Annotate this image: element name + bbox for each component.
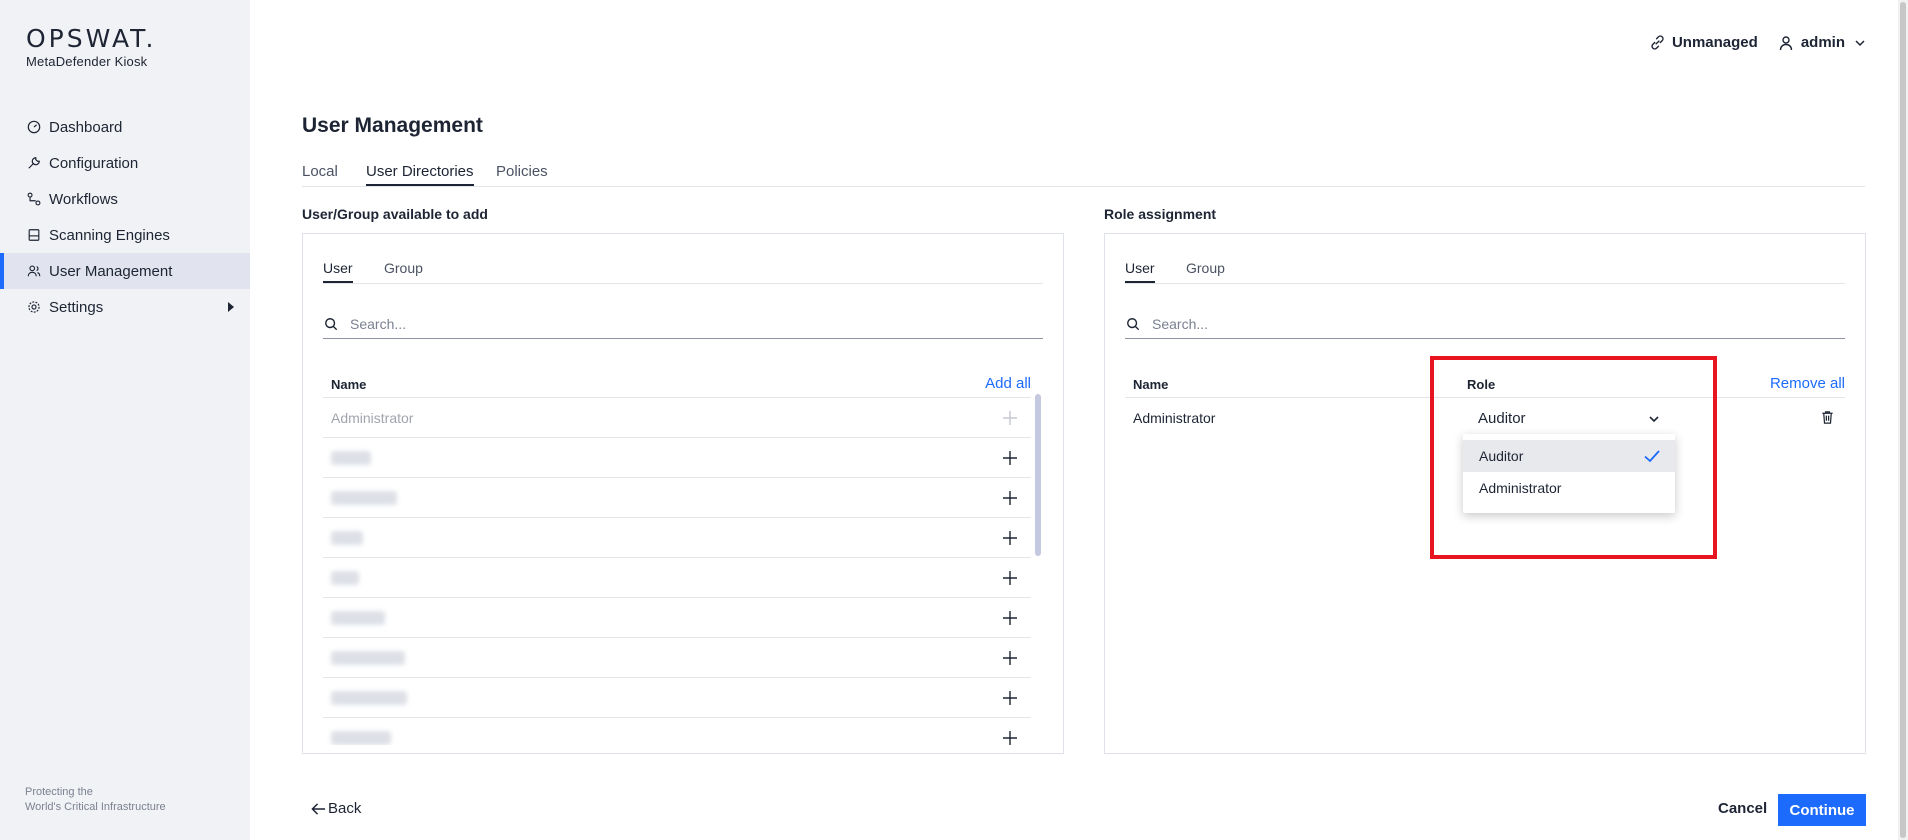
available-list: Administrator (323, 398, 1031, 745)
column-name: Name (1133, 377, 1169, 392)
arrow-left-icon (311, 802, 326, 815)
table-row (323, 558, 1031, 598)
logo-wordmark: OPSWAT. (26, 24, 157, 53)
redacted-name (331, 651, 405, 665)
user-icon (1779, 35, 1793, 50)
link-icon (1651, 35, 1664, 50)
sidebar-item-user-management[interactable]: User Management (0, 253, 250, 289)
remove-all-button[interactable]: Remove all (1770, 375, 1845, 392)
sidebar-nav: Dashboard Configuration Workflows Scanni… (0, 109, 250, 325)
redacted-name (331, 731, 391, 745)
table-row (323, 598, 1031, 638)
sidebar-item-label: Workflows (49, 190, 118, 208)
users-icon (26, 263, 42, 279)
table-row (323, 678, 1031, 718)
redacted-name (331, 531, 363, 545)
sidebar-item-configuration[interactable]: Configuration (0, 145, 250, 181)
list-scrollbar[interactable] (1035, 362, 1041, 752)
assignment-subtabs: User Group (1125, 260, 1845, 284)
sidebar-item-label: Dashboard (49, 118, 123, 136)
plus-icon[interactable] (1000, 488, 1020, 508)
plus-icon[interactable] (1000, 648, 1020, 668)
username: admin (1800, 34, 1845, 51)
table-row (323, 518, 1031, 558)
sidebar-item-scanning-engines[interactable]: Scanning Engines (0, 217, 250, 253)
continue-button[interactable]: Continue (1778, 794, 1866, 826)
product-name: MetaDefender Kiosk (26, 54, 148, 69)
subtab-user[interactable]: User (1125, 260, 1155, 283)
search-input[interactable] (350, 316, 998, 332)
sidebar-item-dashboard[interactable]: Dashboard (0, 109, 250, 145)
search-icon (325, 318, 338, 331)
redacted-name (331, 451, 371, 465)
column-name: Name (331, 377, 367, 392)
row-name: Administrator (1133, 410, 1216, 426)
search-input[interactable] (1152, 316, 1800, 332)
tab-local[interactable]: Local (302, 163, 338, 184)
workflow-icon (26, 191, 42, 207)
back-button[interactable]: Back (311, 800, 361, 817)
redacted-name (331, 491, 397, 505)
sidebar-item-workflows[interactable]: Workflows (0, 181, 250, 217)
plus-icon[interactable] (1000, 568, 1020, 588)
redacted-name (331, 611, 385, 625)
subtab-group[interactable]: Group (384, 260, 423, 281)
subtab-group[interactable]: Group (1186, 260, 1225, 281)
page-scrollbar[interactable] (1898, 0, 1908, 840)
redacted-name (331, 691, 407, 705)
available-panel: User Group Name Add all Administrator (302, 233, 1064, 754)
management-status[interactable]: Unmanaged (1650, 34, 1758, 51)
role-assignment-label: Role assignment (1104, 206, 1217, 222)
wrench-icon (26, 155, 42, 171)
trash-icon[interactable] (1820, 409, 1835, 425)
row-name: Administrator (331, 410, 414, 426)
table-row (323, 638, 1031, 678)
status-label: Unmanaged (1671, 34, 1758, 51)
caret-right-icon (228, 302, 234, 312)
gauge-icon (26, 119, 42, 135)
sidebar-item-label: Settings (49, 298, 104, 316)
redacted-name (331, 571, 359, 585)
chevron-down-icon (1855, 39, 1865, 46)
gear-icon (26, 299, 42, 315)
plus-icon[interactable] (1000, 608, 1020, 628)
sidebar-item-label: Scanning Engines (49, 226, 170, 244)
plus-icon[interactable] (1000, 528, 1020, 548)
available-section-label: User/Group available to add (302, 206, 488, 222)
top-tabs: Local User Directories Policies (302, 163, 1865, 187)
logo: OPSWAT. MetaDefender Kiosk (26, 24, 156, 69)
highlight-box (1430, 356, 1717, 559)
sidebar: OPSWAT. MetaDefender Kiosk Dashboard Con… (0, 0, 250, 840)
cancel-button[interactable]: Cancel (1718, 800, 1767, 817)
table-row (323, 718, 1031, 745)
plus-icon[interactable] (1000, 728, 1020, 745)
tab-policies[interactable]: Policies (496, 163, 548, 184)
page-title: User Management (302, 114, 483, 137)
user-menu[interactable]: admin (1778, 34, 1866, 51)
add-all-button[interactable]: Add all (985, 375, 1031, 392)
sidebar-item-settings[interactable]: Settings (0, 289, 250, 325)
header-right: Unmanaged admin (1650, 34, 1866, 51)
available-subtabs: User Group (323, 260, 1043, 284)
engine-icon (26, 227, 42, 243)
plus-icon[interactable] (1000, 448, 1020, 468)
assignment-search (1125, 310, 1845, 339)
table-row (323, 438, 1031, 478)
table-row (323, 478, 1031, 518)
plus-icon (1003, 411, 1017, 425)
table-row: Administrator (323, 398, 1031, 438)
tagline: Protecting the World's Critical Infrastr… (25, 786, 166, 813)
plus-icon[interactable] (1000, 688, 1020, 708)
available-search (323, 310, 1043, 339)
subtab-user[interactable]: User (323, 260, 353, 283)
sidebar-item-label: User Management (49, 262, 173, 280)
tab-user-directories[interactable]: User Directories (366, 163, 474, 186)
search-icon (1127, 318, 1140, 331)
table-header: Name Add all (323, 366, 1031, 398)
sidebar-item-label: Configuration (49, 154, 139, 172)
